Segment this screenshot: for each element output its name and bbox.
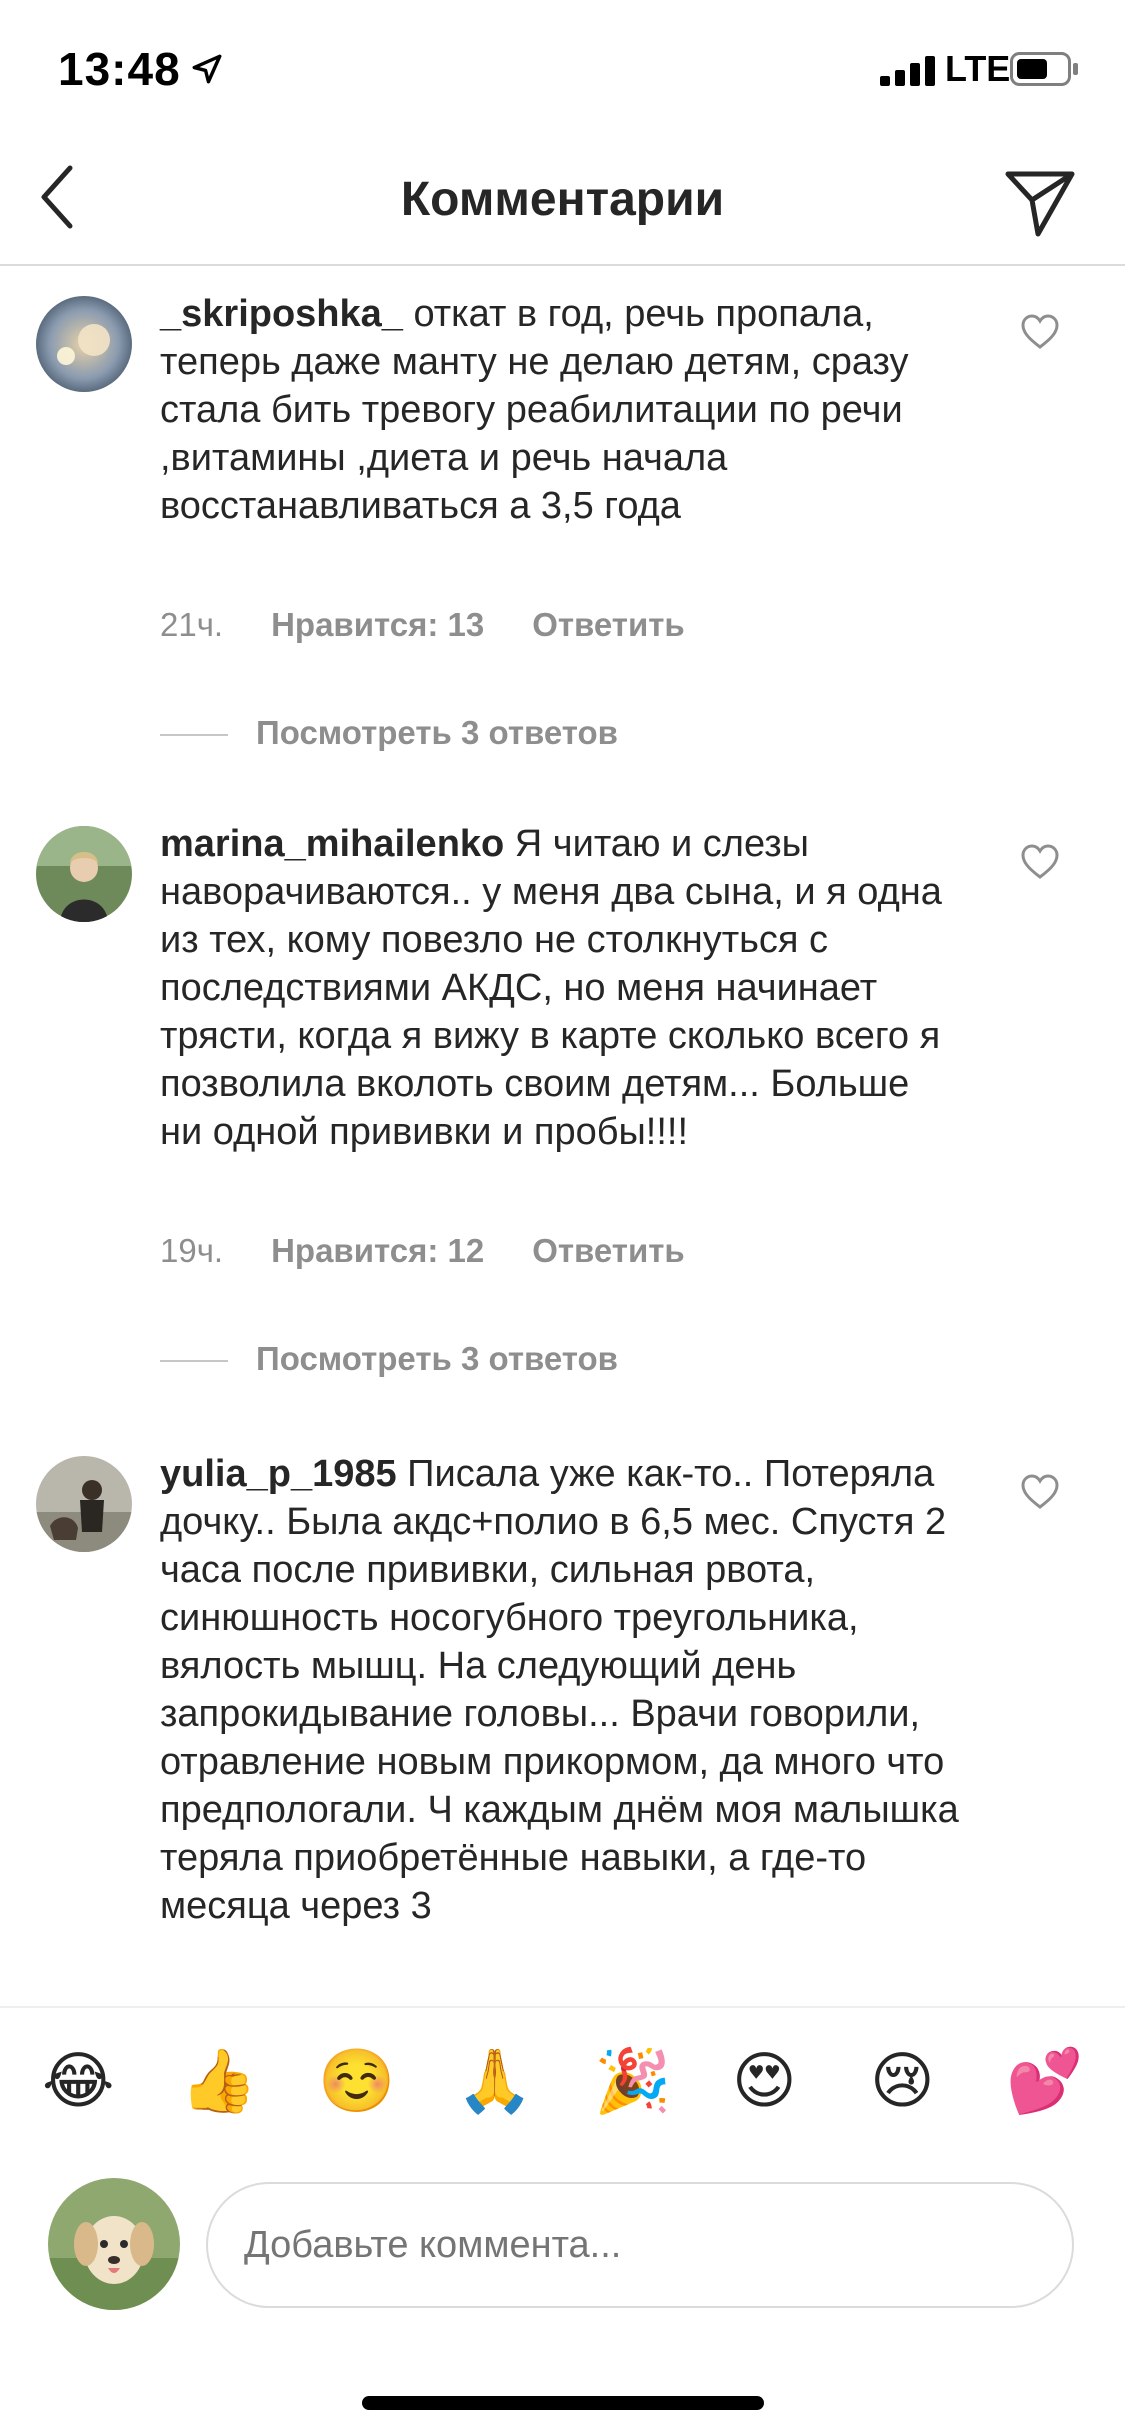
like-heart-icon[interactable] [1020, 314, 1060, 350]
comments-list[interactable]: _skriposhka_ откат в год, речь пропала, … [0, 266, 1125, 2006]
replies-divider [160, 1360, 228, 1363]
status-bar: 13:48 LTE [0, 0, 1125, 140]
emoji-crying-button[interactable]: 😢 [870, 2046, 935, 2118]
emoji-thumbs-up-button[interactable]: 👍 [180, 2046, 257, 2118]
view-replies-label: Посмотреть 3 ответов [256, 1340, 618, 1377]
page-title: Комментарии [400, 173, 725, 226]
view-replies-label: Посмотреть 3 ответов [256, 714, 618, 751]
emoji-heart-eyes-button[interactable]: 😍 [732, 2046, 797, 2118]
reply-button[interactable]: Ответить [532, 606, 685, 643]
comment-time: 19ч. [160, 1232, 224, 1269]
comment-item: _skriposhka_ откат в год, речь пропала, … [0, 266, 1125, 796]
emoji-pray-button[interactable]: 🙏 [456, 2046, 533, 2118]
quick-emoji-bar: 😂 👍 ☺️ 🙏 🎉 😍 😢 💕 [0, 2006, 1125, 2158]
comment-text: yulia_p_1985 Писала уже как-то.. Потерял… [160, 1450, 960, 1930]
comment-text: _skriposhka_ откат в год, речь пропала, … [160, 290, 960, 530]
home-indicator[interactable] [362, 2396, 764, 2410]
like-heart-icon[interactable] [1020, 844, 1060, 880]
emoji-laughing-button[interactable]: 😂 [42, 2046, 114, 2118]
network-type: LTE [945, 48, 1011, 89]
battery-icon [1010, 52, 1078, 86]
avatar[interactable] [36, 296, 132, 392]
avatar[interactable] [36, 1456, 132, 1552]
send-direct-icon[interactable] [1002, 164, 1078, 240]
comment-meta: 21ч. Нравится: 13 Ответить [160, 606, 733, 644]
view-replies-button[interactable]: Посмотреть 3 ответов [160, 1340, 618, 1378]
emoji-party-popper-button[interactable]: 🎉 [594, 2046, 671, 2118]
comment-username[interactable]: _skriposhka_ [160, 293, 403, 335]
comment-body: Я читаю и слезы наворачиваются.. у меня … [160, 823, 942, 1153]
comment-likes[interactable]: Нравится: 12 [271, 1232, 484, 1269]
comment-meta: 19ч. Нравится: 12 Ответить [160, 1232, 733, 1270]
comment-likes[interactable]: Нравится: 13 [271, 606, 484, 643]
comment-time: 21ч. [160, 606, 224, 643]
comment-item: yulia_p_1985 Писала уже как-то.. Потерял… [0, 1426, 1125, 2006]
comment-item: marina_mihailenko Я читаю и слезы навора… [0, 796, 1125, 1426]
location-arrow-icon [192, 54, 222, 84]
comment-text: marina_mihailenko Я читаю и слезы навора… [160, 820, 960, 1156]
cellular-signal-icon [880, 56, 935, 86]
navigation-header: Комментарии [0, 140, 1125, 266]
like-heart-icon[interactable] [1020, 1474, 1060, 1510]
comment-username[interactable]: marina_mihailenko [160, 823, 504, 865]
comment-body: Писала уже как-то.. Потеряла дочку.. Был… [160, 1453, 959, 1927]
view-replies-button[interactable]: Посмотреть 3 ответов [160, 714, 618, 752]
avatar[interactable] [36, 826, 132, 922]
replies-divider [160, 734, 228, 737]
comment-composer [0, 2156, 1125, 2336]
status-time: 13:48 [58, 43, 181, 95]
comment-input[interactable] [206, 2182, 1074, 2308]
current-user-avatar [48, 2178, 180, 2310]
reply-button[interactable]: Ответить [532, 1232, 685, 1269]
comment-username[interactable]: yulia_p_1985 [160, 1453, 397, 1495]
emoji-two-hearts-button[interactable]: 💕 [1006, 2046, 1083, 2118]
emoji-smiling-button[interactable]: ☺️ [318, 2046, 395, 2118]
